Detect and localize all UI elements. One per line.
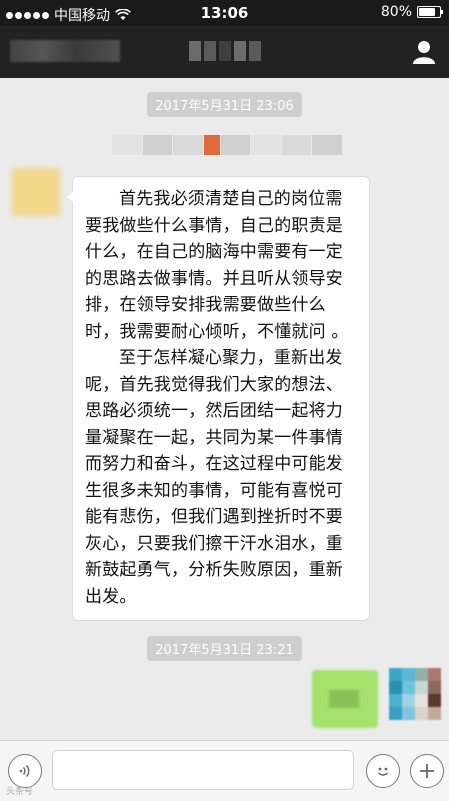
timestamp: 2017年5月31日 23:06: [0, 92, 449, 117]
sender-name-blurred: [112, 132, 343, 158]
outgoing-message-bubble-blurred[interactable]: [312, 670, 378, 728]
my-avatar[interactable]: [389, 668, 441, 720]
chat-title-blurred: [0, 41, 449, 61]
plus-icon[interactable]: [410, 754, 444, 788]
incoming-message-bubble[interactable]: 首先我必须清楚自己的岗位需要我做些什么事情，自己的职责是什么，在自己的脑海中需要…: [65, 176, 370, 621]
timestamp: 2017年5月31日 23:21: [0, 636, 449, 661]
message-text: 至于怎样凝心聚力，重新出发呢，首先我觉得我们大家的想法、思路必须统一，然后团结一…: [85, 348, 343, 607]
status-bar: 中国移动 13:06 80%: [0, 0, 449, 26]
message-input[interactable]: [52, 750, 354, 790]
watermark: 头条号: [6, 787, 34, 797]
person-icon[interactable]: [411, 39, 437, 65]
message-text: 首先我必须清楚自己的岗位需要我做些什么事情，自己的职责是什么，在自己的脑海中需要…: [85, 189, 349, 342]
battery-icon: [417, 6, 443, 18]
battery-percent: 80%: [380, 4, 412, 20]
emoji-icon[interactable]: [366, 754, 400, 788]
voice-icon[interactable]: [8, 754, 42, 788]
avatar[interactable]: [12, 168, 60, 216]
input-bar: [0, 740, 449, 801]
chat-header: [0, 26, 449, 78]
